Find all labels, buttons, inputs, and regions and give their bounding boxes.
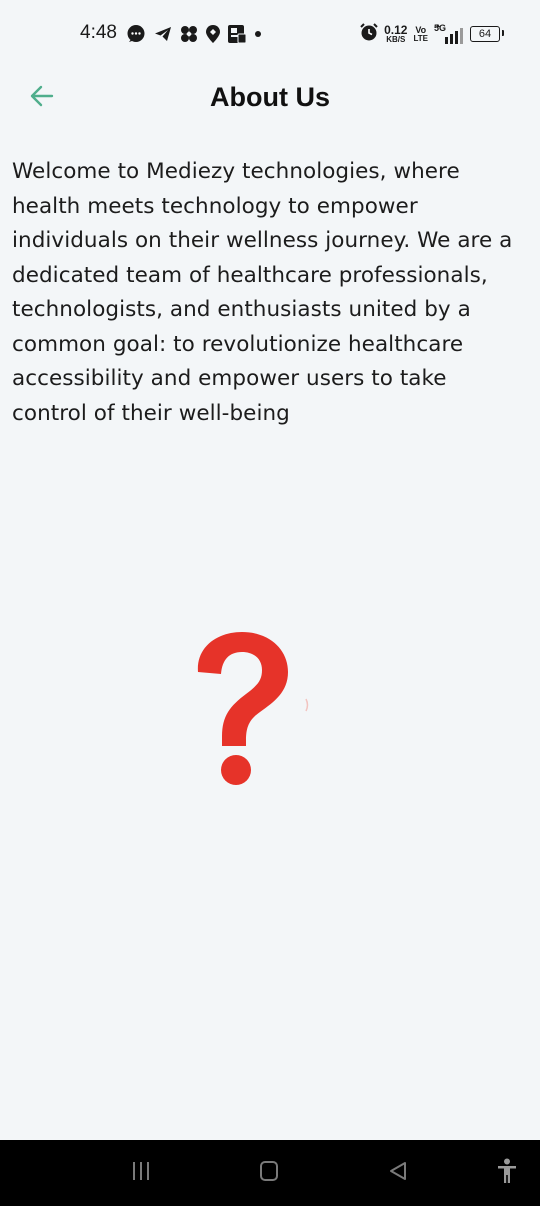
chat-bubble-icon bbox=[126, 24, 146, 44]
volte-bottom-label: LTE bbox=[413, 33, 428, 43]
dot-icon bbox=[254, 30, 262, 38]
back-triangle-icon bbox=[387, 1160, 409, 1187]
location-pin-icon bbox=[206, 25, 220, 43]
fan-icon bbox=[180, 25, 198, 43]
signal-icon: 5G bbox=[434, 23, 464, 45]
question-mark-icon bbox=[184, 628, 294, 790]
page-title: About Us bbox=[210, 82, 330, 112]
network-speed-unit: KB/S bbox=[386, 35, 406, 44]
home-icon bbox=[258, 1160, 280, 1187]
contact-card-icon bbox=[228, 25, 246, 43]
accessibility-button[interactable] bbox=[492, 1158, 522, 1188]
status-time: 4:48 bbox=[80, 22, 117, 43]
about-description: Welcome to Mediezy technologies, where h… bbox=[12, 159, 513, 426]
recents-icon bbox=[130, 1160, 152, 1187]
network-speed: 0.12 KB/S bbox=[384, 24, 407, 44]
volte-indicator: Vo LTE bbox=[413, 25, 428, 43]
status-bar: 4:48 0.12 KB/S Vo LTE 5G 64 bbox=[0, 0, 540, 66]
nav-back-button[interactable] bbox=[383, 1158, 413, 1188]
navigation-bar bbox=[0, 1140, 540, 1206]
recents-button[interactable] bbox=[126, 1158, 156, 1188]
battery-icon: 64 bbox=[470, 26, 504, 42]
system-status-icons: 0.12 KB/S Vo LTE 5G 64 bbox=[360, 20, 504, 48]
app-bar: About Us bbox=[0, 66, 540, 130]
battery-level: 64 bbox=[478, 28, 492, 40]
accessibility-icon bbox=[495, 1158, 519, 1189]
notification-icons bbox=[126, 22, 262, 46]
telegram-icon bbox=[154, 25, 172, 43]
decorative-mark bbox=[305, 698, 309, 712]
home-button[interactable] bbox=[254, 1158, 284, 1188]
alarm-icon bbox=[360, 22, 378, 46]
about-us-screen: 4:48 0.12 KB/S Vo LTE 5G 64 About Us Wel… bbox=[0, 0, 540, 1206]
